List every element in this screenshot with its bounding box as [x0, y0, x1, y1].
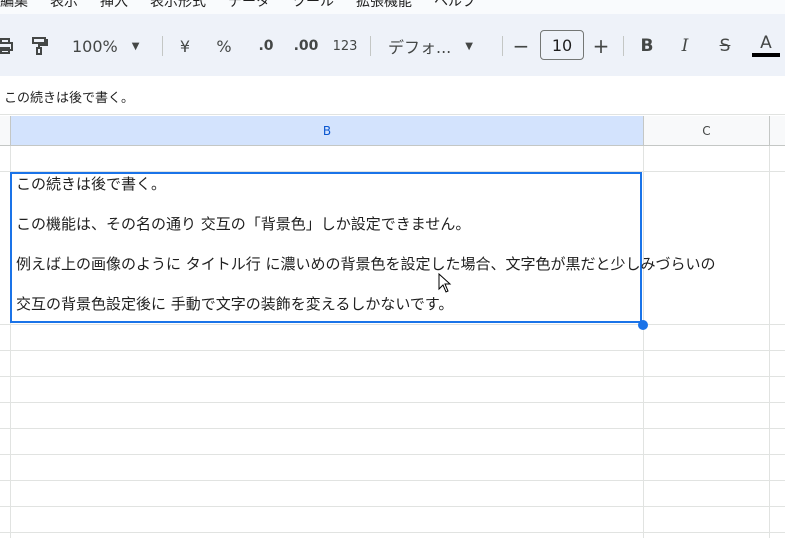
- column-header-b[interactable]: B: [11, 116, 644, 145]
- bold-icon: B: [640, 36, 654, 56]
- increase-decimal-button[interactable]: .00: [290, 30, 322, 62]
- strikethrough-icon: S: [719, 36, 731, 56]
- menu-view[interactable]: 表示: [50, 0, 78, 11]
- text-color-button[interactable]: A: [751, 30, 781, 62]
- menu-edit[interactable]: 編集: [0, 0, 28, 11]
- menu-bar: 編集 表示 挿入 表示形式 データ ツール 拡張機能 ヘルプ: [0, 0, 785, 14]
- grid-line: [0, 454, 785, 455]
- column-header-d[interactable]: [770, 116, 785, 145]
- chevron-down-icon: ▼: [131, 40, 140, 52]
- grid-line: [0, 402, 785, 403]
- bold-button[interactable]: B: [636, 30, 658, 62]
- menu-tools[interactable]: ツール: [292, 0, 334, 11]
- zoom-value: 100%: [72, 36, 118, 56]
- font-size-value: 10: [551, 35, 573, 55]
- strikethrough-button[interactable]: S: [713, 30, 737, 62]
- column-header-c[interactable]: C: [644, 116, 770, 145]
- currency-button[interactable]: ¥: [174, 30, 196, 62]
- toolbar-divider: [502, 36, 503, 56]
- cell-line: この続きは後で書く。: [16, 175, 167, 193]
- menu-insert[interactable]: 挿入: [100, 0, 128, 11]
- font-select[interactable]: デフォ... ▼: [380, 30, 502, 62]
- italic-icon: I: [681, 36, 689, 56]
- column-label: C: [702, 123, 711, 138]
- grid-line: [0, 350, 785, 351]
- zoom-select[interactable]: 100% ▼: [64, 30, 164, 62]
- grid-line: [0, 506, 785, 507]
- percent-button[interactable]: %: [212, 30, 236, 62]
- print-icon[interactable]: [0, 30, 16, 62]
- decrease-font-size-button[interactable]: −: [510, 30, 532, 62]
- increase-decimal-label: .00: [293, 38, 319, 54]
- font-size-input[interactable]: 10: [540, 30, 584, 60]
- toolbar-divider: [370, 36, 371, 56]
- plus-icon: +: [592, 34, 610, 58]
- fill-handle[interactable]: [638, 320, 648, 330]
- menu-format[interactable]: 表示形式: [150, 0, 206, 11]
- toolbar-divider: [623, 36, 624, 56]
- grid-line: [0, 480, 785, 481]
- percent-label: %: [216, 36, 232, 56]
- chevron-down-icon: ▼: [465, 40, 473, 52]
- paint-format-icon[interactable]: [28, 30, 52, 62]
- decrease-decimal-label: .0: [258, 38, 274, 54]
- decrease-decimal-button[interactable]: .0: [252, 30, 280, 62]
- number-format-label: 123: [332, 38, 358, 54]
- mouse-cursor-icon: [438, 272, 452, 297]
- column-label: B: [322, 123, 332, 138]
- number-format-button[interactable]: 123: [330, 30, 360, 62]
- grid-line: [0, 532, 785, 533]
- grid-line: [0, 428, 785, 429]
- menu-extensions[interactable]: 拡張機能: [356, 0, 412, 11]
- formula-bar[interactable]: この続きは後で書く。: [0, 78, 785, 115]
- column-headers: B C: [0, 116, 785, 146]
- increase-font-size-button[interactable]: +: [590, 30, 612, 62]
- text-color-swatch: [752, 53, 780, 57]
- select-all-corner[interactable]: [0, 116, 11, 145]
- formula-text: この続きは後で書く。: [4, 91, 135, 106]
- currency-label: ¥: [179, 36, 191, 56]
- italic-button[interactable]: I: [674, 30, 696, 62]
- font-name: デフォ...: [388, 38, 452, 57]
- menu-data[interactable]: データ: [228, 0, 270, 11]
- cell-line: この機能は、その名の通り 交互の「背景色」しか設定できません。: [16, 215, 471, 233]
- cell-line: 交互の背景色設定後に 手動で文字の装飾を変えるしかないです。: [16, 295, 454, 313]
- minus-icon: −: [512, 34, 530, 58]
- menu-help[interactable]: ヘルプ: [434, 0, 476, 11]
- text-color-icon: A: [760, 33, 772, 53]
- toolbar-divider: [162, 36, 163, 56]
- cell-line: 例えば上の画像のように タイトル行 に濃いめの背景色を設定した場合、文字色が黒だ…: [16, 255, 716, 273]
- cell-content: この続きは後で書く。 この機能は、その名の通り 交互の「背景色」しか設定できませ…: [16, 176, 716, 336]
- grid-line: [0, 376, 785, 377]
- toolbar: 100% ▼ ¥ % .0 .00 123 デフォ... ▼ − 10 + B …: [0, 14, 785, 76]
